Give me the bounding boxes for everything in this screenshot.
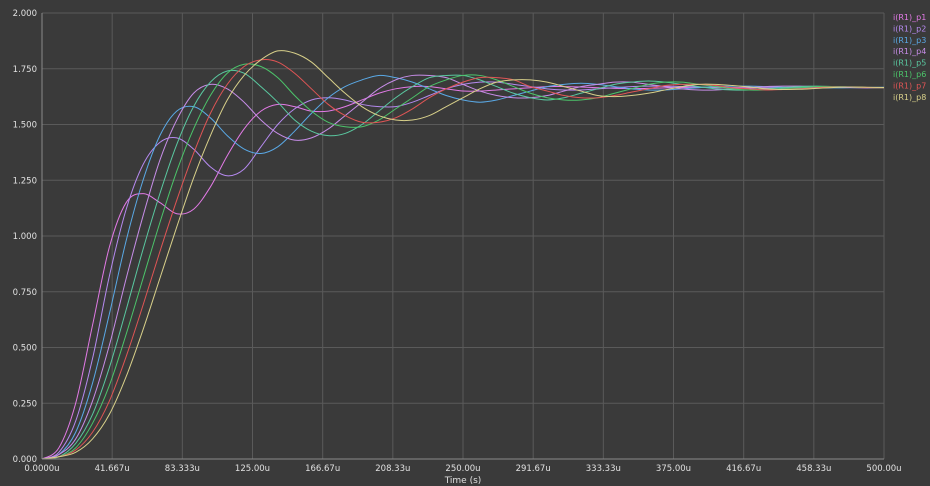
legend-entry: i(R1)_p4 (893, 47, 926, 56)
x-tick-label: 500.00u (866, 464, 901, 474)
plot-background (0, 0, 930, 486)
legend-entry: i(R1)_p3 (893, 36, 926, 45)
x-tick-label: 83.333u (165, 464, 200, 474)
legend-entry: i(R1)_p1 (893, 13, 926, 22)
x-tick-label: 0.0000u (24, 464, 59, 474)
y-tick-label: 0.500 (13, 344, 37, 354)
x-tick-label: 291.67u (516, 464, 551, 474)
x-tick-label: 250.00u (445, 464, 480, 474)
legend-entry: i(R1)_p6 (893, 70, 926, 79)
y-tick-label: 1.250 (13, 176, 37, 186)
legend-entry: i(R1)_p7 (893, 81, 926, 90)
y-tick-label: 0.750 (13, 288, 37, 298)
transient-plot: 0.0000.2500.5000.7501.0001.2501.5001.750… (0, 0, 930, 486)
y-tick-label: 1.750 (13, 65, 37, 75)
x-tick-label: 208.33u (375, 464, 410, 474)
y-tick-label: 0.250 (13, 399, 37, 409)
x-tick-label: 375.00u (656, 464, 691, 474)
legend-entry: i(R1)_p8 (893, 93, 926, 102)
y-tick-label: 1.500 (13, 121, 37, 131)
legend-entry: i(R1)_p5 (893, 59, 926, 68)
x-tick-label: 41.667u (95, 464, 130, 474)
x-tick-label: 166.67u (305, 464, 340, 474)
x-tick-label: 333.33u (586, 464, 621, 474)
x-tick-label: 125.00u (235, 464, 270, 474)
x-axis-label: Time (s) (444, 476, 482, 486)
x-tick-label: 416.67u (726, 464, 761, 474)
y-tick-label: 1.000 (13, 232, 37, 242)
y-tick-label: 2.000 (13, 9, 37, 19)
legend-entry: i(R1)_p2 (893, 24, 926, 33)
x-tick-label: 458.33u (796, 464, 831, 474)
